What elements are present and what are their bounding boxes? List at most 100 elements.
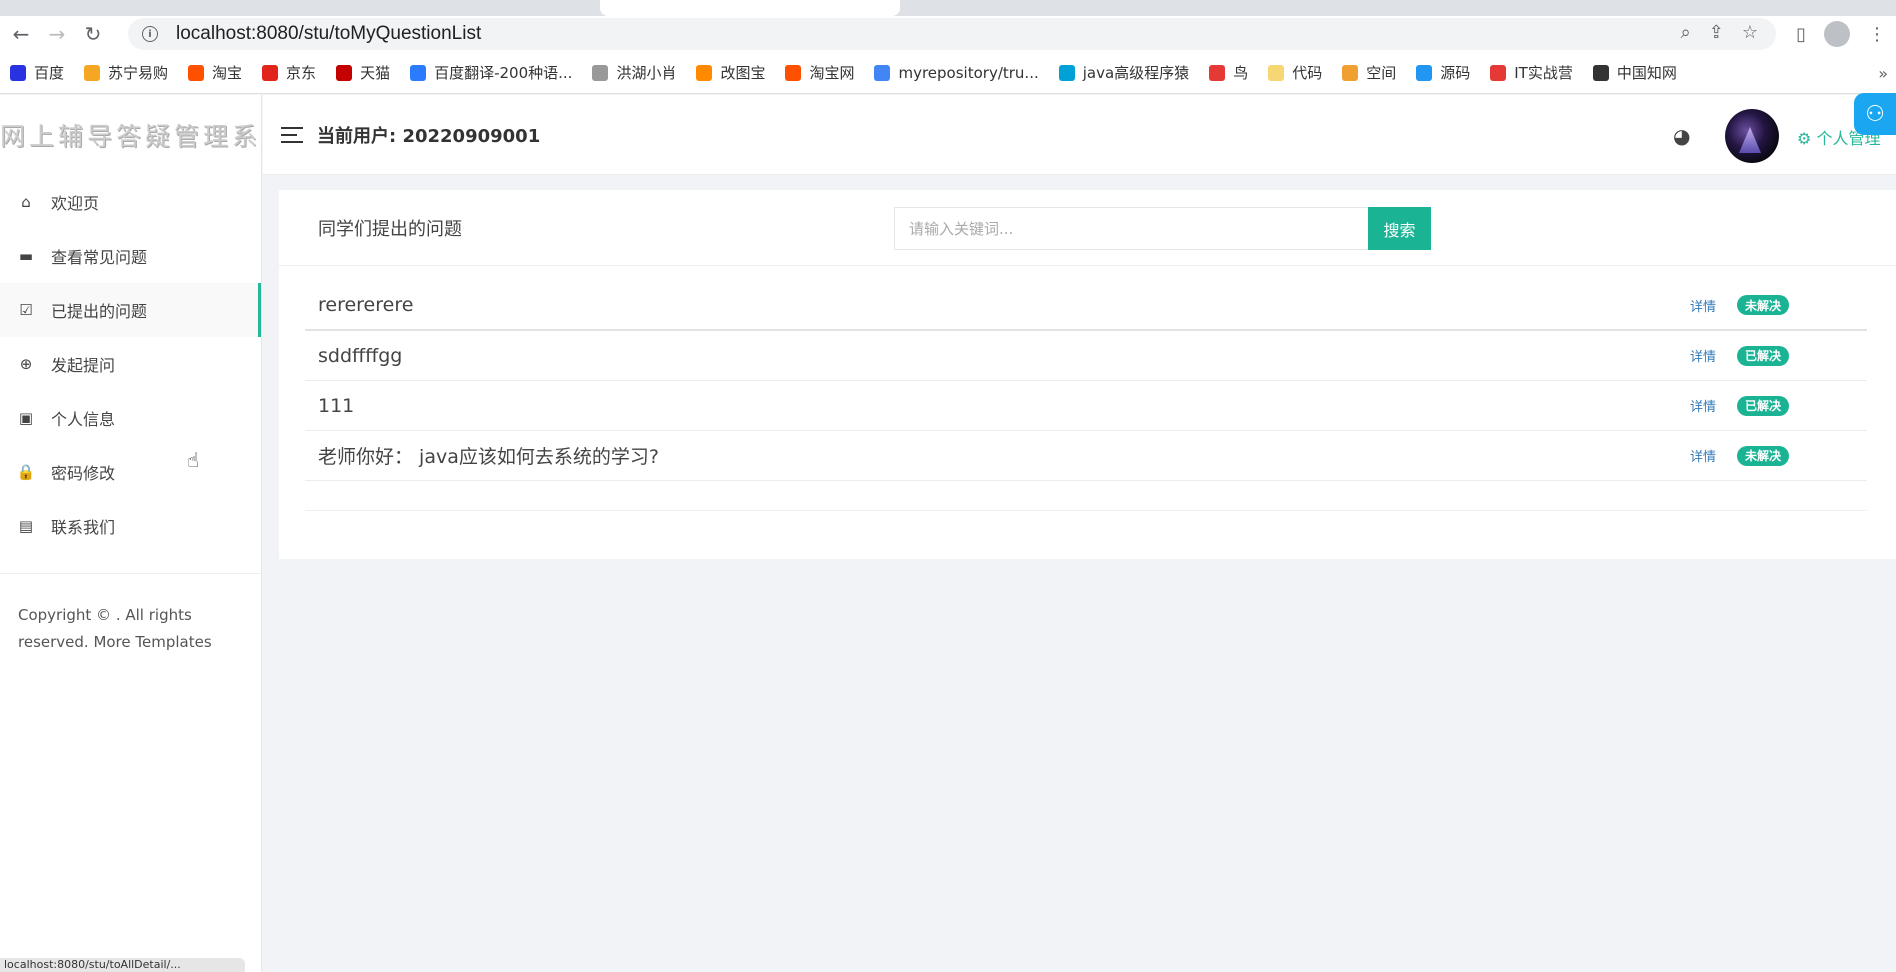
sidebar-item[interactable]: ▤ 联系我们: [0, 499, 261, 553]
sidebar-menu: ⌂ 欢迎页 ▬ 查看常见问题 ☑ 已提出的问题 ⊕ 发起提问 ▣ 个人信息 🔒 密码修改 ▤ 联系我们: [0, 175, 261, 553]
address-bar[interactable]: i localhost:8080/stu/toMyQuestionList ⌕ …: [128, 18, 1776, 50]
url-text[interactable]: localhost:8080/stu/toMyQuestionList: [176, 23, 481, 45]
menu-icon[interactable]: ⋮: [1868, 24, 1886, 45]
bookmark-item[interactable]: 百度: [10, 62, 64, 83]
bookmark-label: 淘宝: [212, 64, 243, 82]
bookmark-favicon-icon: [10, 64, 26, 81]
active-tab[interactable]: [600, 0, 900, 16]
browser-status-bar: localhost:8080/stu/toAllDetail/...: [0, 958, 245, 972]
bookmark-item[interactable]: 改图宝: [696, 62, 765, 83]
question-row: 老师你好： java应该如何去系统的学习? 详情 未解决: [305, 431, 1867, 481]
detail-link[interactable]: 详情: [1690, 346, 1716, 365]
detail-link[interactable]: 详情: [1690, 446, 1716, 465]
bookmark-favicon-icon: [696, 64, 713, 81]
zoom-icon[interactable]: ⌕: [1681, 22, 1691, 43]
sidebar-item[interactable]: ▬ 查看常见问题: [0, 229, 261, 283]
bookmark-item[interactable]: 淘宝网: [785, 62, 854, 83]
bookmark-item[interactable]: java高级程序猿: [1058, 62, 1189, 83]
bookmark-item[interactable]: 代码: [1268, 62, 1322, 83]
question-row: sddffffgg 详情 已解决: [305, 331, 1867, 381]
lock-icon: 🔒: [16, 463, 36, 481]
avatar[interactable]: [1725, 109, 1779, 163]
bookmark-item[interactable]: myrepository/tru...: [874, 63, 1039, 82]
bookmark-label: 天猫: [360, 64, 391, 82]
sidebar-item[interactable]: ⊕ 发起提问: [0, 337, 261, 391]
sidebar-item-label: 联系我们: [51, 518, 116, 537]
status-badge: 已解决: [1737, 345, 1790, 366]
sidebar-item[interactable]: ▣ 个人信息: [0, 391, 261, 445]
bookmark-item[interactable]: IT实战营: [1490, 62, 1573, 83]
bookmark-label: 中国知网: [1616, 64, 1677, 82]
toolbar-right: ▯ ⋮: [1796, 16, 1896, 52]
bookmark-favicon-icon: [410, 64, 427, 81]
bookmark-favicon-icon: [1268, 64, 1285, 81]
search-input[interactable]: [894, 207, 1368, 250]
back-icon[interactable]: ←: [6, 19, 36, 49]
bookmark-favicon-icon: [785, 64, 802, 81]
search-button[interactable]: 搜索: [1368, 207, 1431, 250]
bookmark-item[interactable]: 源码: [1416, 62, 1470, 83]
share-icon[interactable]: ⇪: [1709, 22, 1724, 43]
bookmark-item[interactable]: 中国知网: [1592, 62, 1677, 83]
question-text: sddffffgg: [318, 344, 403, 367]
floating-widget-icon[interactable]: ⚇: [1854, 93, 1896, 135]
sidebar-item[interactable]: ⌂ 欢迎页: [0, 175, 261, 229]
bookmarks-bar: 百度 苏宁易购 淘宝 京东 天猫 百度翻译-200种语... 洪湖小肖 改图宝 淘宝网 myrep…: [0, 52, 1896, 94]
list-footer-divider: [305, 481, 1867, 511]
sidebar-item-label: 个人信息: [51, 410, 116, 429]
bookmark-item[interactable]: 洪湖小肖: [592, 62, 676, 83]
bookmark-item[interactable]: 空间: [1342, 62, 1396, 83]
palette-icon[interactable]: ◕: [1673, 124, 1690, 148]
question-list-card: 同学们提出的问题 搜索 rerererere详情未解决sddffffgg详情已解…: [279, 190, 1896, 559]
sidebar-item-label: 查看常见问题: [51, 248, 148, 267]
search-group: 搜索: [894, 207, 1431, 250]
detail-link[interactable]: 详情: [1690, 296, 1716, 315]
card-header: 同学们提出的问题 搜索: [279, 190, 1896, 266]
bookmark-label: myrepository/tru...: [898, 63, 1039, 82]
question-list: rerererere 详情 未解决 sddffffgg 详情 已解决 111 详情 已解决 老师你…: [305, 281, 1867, 511]
bookmark-favicon-icon: [1342, 64, 1359, 81]
status-badge: 已解决: [1737, 395, 1790, 416]
detail-link[interactable]: 详情: [1690, 396, 1716, 415]
check-square-icon: ☑: [19, 301, 33, 319]
sidebar-item-label: 欢迎页: [51, 194, 100, 213]
browser-tab-strip: [0, 0, 1896, 16]
bookmark-label: 代码: [1292, 64, 1323, 82]
reload-icon[interactable]: ↻: [78, 19, 108, 49]
card-title: 同学们提出的问题: [318, 218, 462, 240]
bookmark-label: 源码: [1440, 64, 1471, 82]
bookmark-item[interactable]: 鸟: [1209, 62, 1248, 83]
profile-icon[interactable]: [1824, 21, 1850, 47]
bookmarks-overflow-icon[interactable]: »: [1878, 64, 1888, 83]
hamburger-icon[interactable]: [281, 126, 303, 143]
bookmark-item[interactable]: 京东: [262, 62, 316, 83]
sidebar-item-label: 发起提问: [51, 356, 116, 375]
bookmark-favicon-icon: [1490, 64, 1507, 81]
sidebar-item[interactable]: ☑ 已提出的问题: [0, 283, 261, 337]
bookmark-label: 淘宝网: [809, 64, 855, 82]
sidebar-item-label: 已提出的问题: [51, 302, 148, 321]
browser-toolbar: ← → ↻ i localhost:8080/stu/toMyQuestionL…: [0, 16, 1896, 52]
bookmark-item[interactable]: 天猫: [336, 62, 390, 83]
sidebar-item[interactable]: 🔒 密码修改: [0, 445, 261, 499]
comment-icon: ▬: [18, 247, 34, 265]
question-text: 老师你好： java应该如何去系统的学习?: [318, 446, 659, 468]
home-icon: ⌂: [21, 193, 31, 211]
bookmark-favicon-icon: [1058, 64, 1075, 81]
site-info-icon[interactable]: i: [142, 26, 158, 42]
bookmark-item[interactable]: 百度翻译-200种语...: [410, 62, 572, 83]
bookmark-favicon-icon: [1592, 64, 1609, 81]
bookmark-favicon-icon: [592, 64, 609, 81]
question-row: 111 详情 已解决: [305, 381, 1867, 431]
bookmark-favicon-icon: [84, 64, 101, 81]
side-panel-icon[interactable]: ▯: [1796, 24, 1806, 45]
forward-icon[interactable]: →: [42, 19, 72, 49]
bookmark-favicon-icon: [1416, 64, 1433, 81]
status-badge: 未解决: [1737, 295, 1790, 315]
bookmark-label: 鸟: [1233, 64, 1249, 82]
bookmark-item[interactable]: 苏宁易购: [84, 62, 168, 83]
bookmark-item[interactable]: 淘宝: [188, 62, 242, 83]
bookmark-label: 洪湖小肖: [616, 64, 677, 82]
star-icon[interactable]: ☆: [1742, 22, 1758, 43]
bookmark-label: 改图宝: [720, 64, 766, 82]
